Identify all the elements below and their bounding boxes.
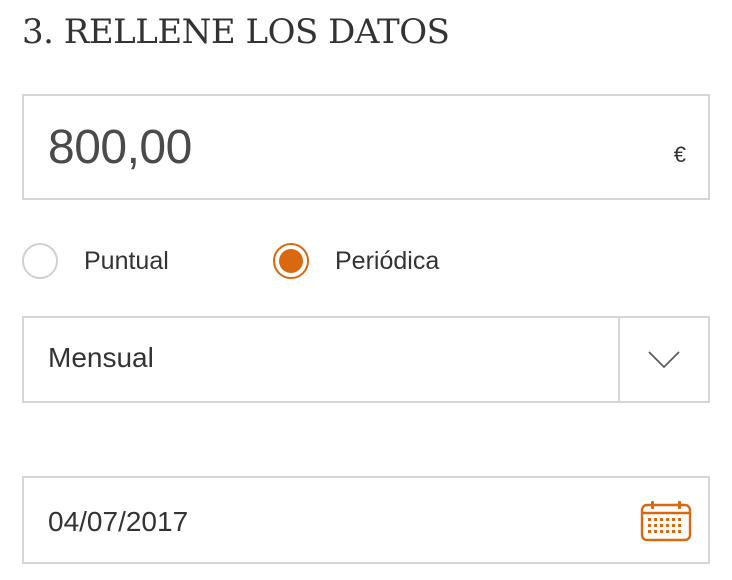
radio-option-periodica[interactable]: Periódica (273, 240, 439, 282)
frequency-selected-value: Mensual (48, 342, 154, 373)
chevron-down-icon (648, 350, 680, 368)
frequency-select[interactable]: Mensual (22, 316, 710, 403)
date-value[interactable]: 04/07/2017 (48, 506, 188, 538)
amount-field[interactable]: 800,00 € (22, 94, 710, 200)
radio-label-periodica[interactable]: Periódica (335, 247, 439, 276)
radio-label-puntual[interactable]: Puntual (84, 247, 169, 276)
radio-button-periodica[interactable] (273, 243, 309, 279)
date-field[interactable]: 04/07/2017 (22, 476, 710, 564)
section-title: 3. RELLENE LOS DATOS (22, 12, 450, 52)
currency-symbol: € (673, 142, 686, 167)
radio-option-puntual[interactable]: Puntual (22, 240, 169, 282)
calendar-icon[interactable] (640, 500, 692, 542)
radio-selected-dot (279, 249, 303, 273)
radio-button-puntual[interactable] (22, 243, 58, 279)
amount-value[interactable]: 800,00 (48, 120, 192, 175)
frequency-dropdown-toggle[interactable] (620, 318, 708, 401)
